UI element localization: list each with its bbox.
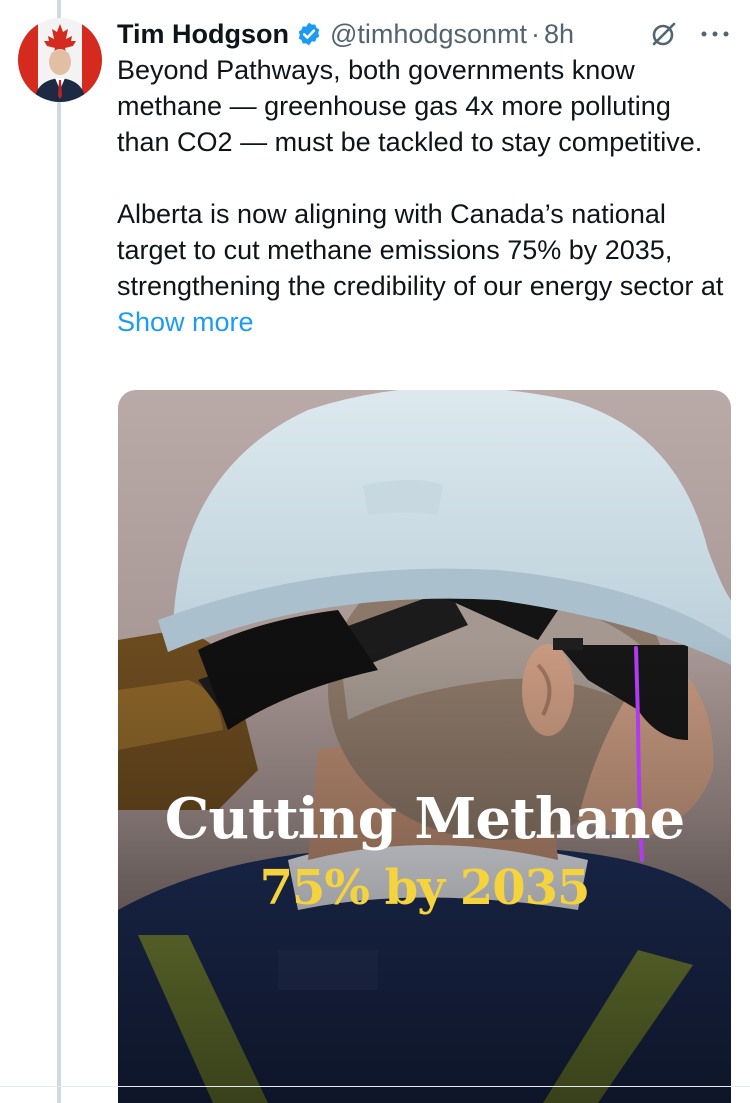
thread-line (57, 0, 61, 1103)
show-more-link[interactable]: Show more (117, 307, 254, 337)
media-photo (118, 390, 731, 1103)
tweet-media[interactable]: Cutting Methane 75% by 2035 (118, 390, 731, 1103)
tweet-text: Beyond Pathways, both governments know m… (117, 52, 727, 340)
tweet-paragraph-1: Beyond Pathways, both governments know m… (117, 55, 703, 157)
separator-dot: · (531, 18, 540, 49)
author-handle[interactable]: @timhodgsonmt (330, 19, 527, 50)
timestamp[interactable]: 8h (544, 19, 574, 50)
more-icon[interactable] (700, 29, 730, 39)
media-subheadline: 75% by 2035 (259, 860, 591, 916)
media-headline: Cutting Methane (164, 786, 686, 852)
tweet-paragraph-2: Alberta is now aligning with Canada’s na… (117, 196, 727, 340)
verified-badge-icon (296, 21, 322, 47)
avatar[interactable] (18, 18, 102, 102)
grok-icon[interactable] (650, 20, 678, 48)
tweet-paragraph-2-text: Alberta is now aligning with Canada’s na… (117, 199, 724, 301)
tweet-header: Tim Hodgson @timhodgsonmt · 8h (117, 14, 730, 54)
author-name[interactable]: Tim Hodgson (117, 19, 289, 50)
divider (0, 1086, 750, 1087)
